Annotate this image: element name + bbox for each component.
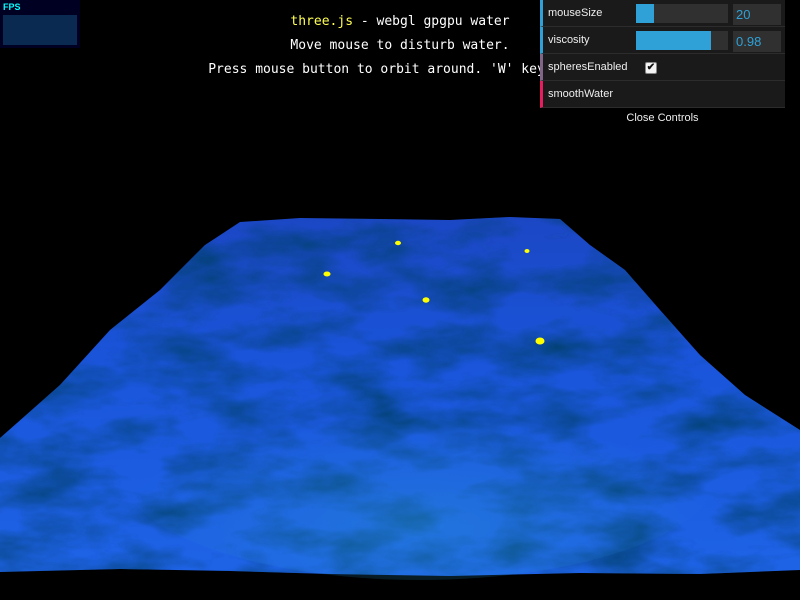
controls-panel: mouseSize 20 viscosity 0.98 spheresEnabl… xyxy=(540,0,785,128)
control-label: smoothWater xyxy=(548,88,614,100)
viscosity-input[interactable]: 0.98 xyxy=(733,31,781,52)
slider-fill xyxy=(636,31,712,50)
control-viscosity: viscosity 0.98 xyxy=(540,27,785,54)
water-highlight xyxy=(120,360,720,580)
fps-label: FPS xyxy=(3,2,21,12)
control-label: spheresEnabled xyxy=(548,61,628,73)
threejs-link[interactable]: three.js xyxy=(290,14,353,29)
fps-graph xyxy=(3,15,77,45)
fps-stats[interactable]: FPS xyxy=(0,0,80,48)
spheres-enabled-checkbox[interactable]: ✔ xyxy=(645,62,657,74)
control-label: viscosity xyxy=(548,34,590,46)
mouse-size-slider[interactable] xyxy=(636,4,728,23)
sphere xyxy=(535,337,545,345)
smooth-water-button[interactable]: smoothWater xyxy=(540,81,785,108)
control-spheres-enabled: spheresEnabled ✔ xyxy=(540,54,785,81)
control-label: mouseSize xyxy=(548,7,603,19)
mouse-size-input[interactable]: 20 xyxy=(733,4,781,25)
slider-fill xyxy=(636,4,655,23)
viscosity-slider[interactable] xyxy=(636,31,728,50)
sphere xyxy=(395,240,401,246)
sphere xyxy=(524,249,530,253)
control-mouse-size: mouseSize 20 xyxy=(540,0,785,27)
sphere xyxy=(323,271,331,277)
close-controls-button[interactable]: Close Controls xyxy=(540,108,785,128)
sphere xyxy=(422,297,430,303)
